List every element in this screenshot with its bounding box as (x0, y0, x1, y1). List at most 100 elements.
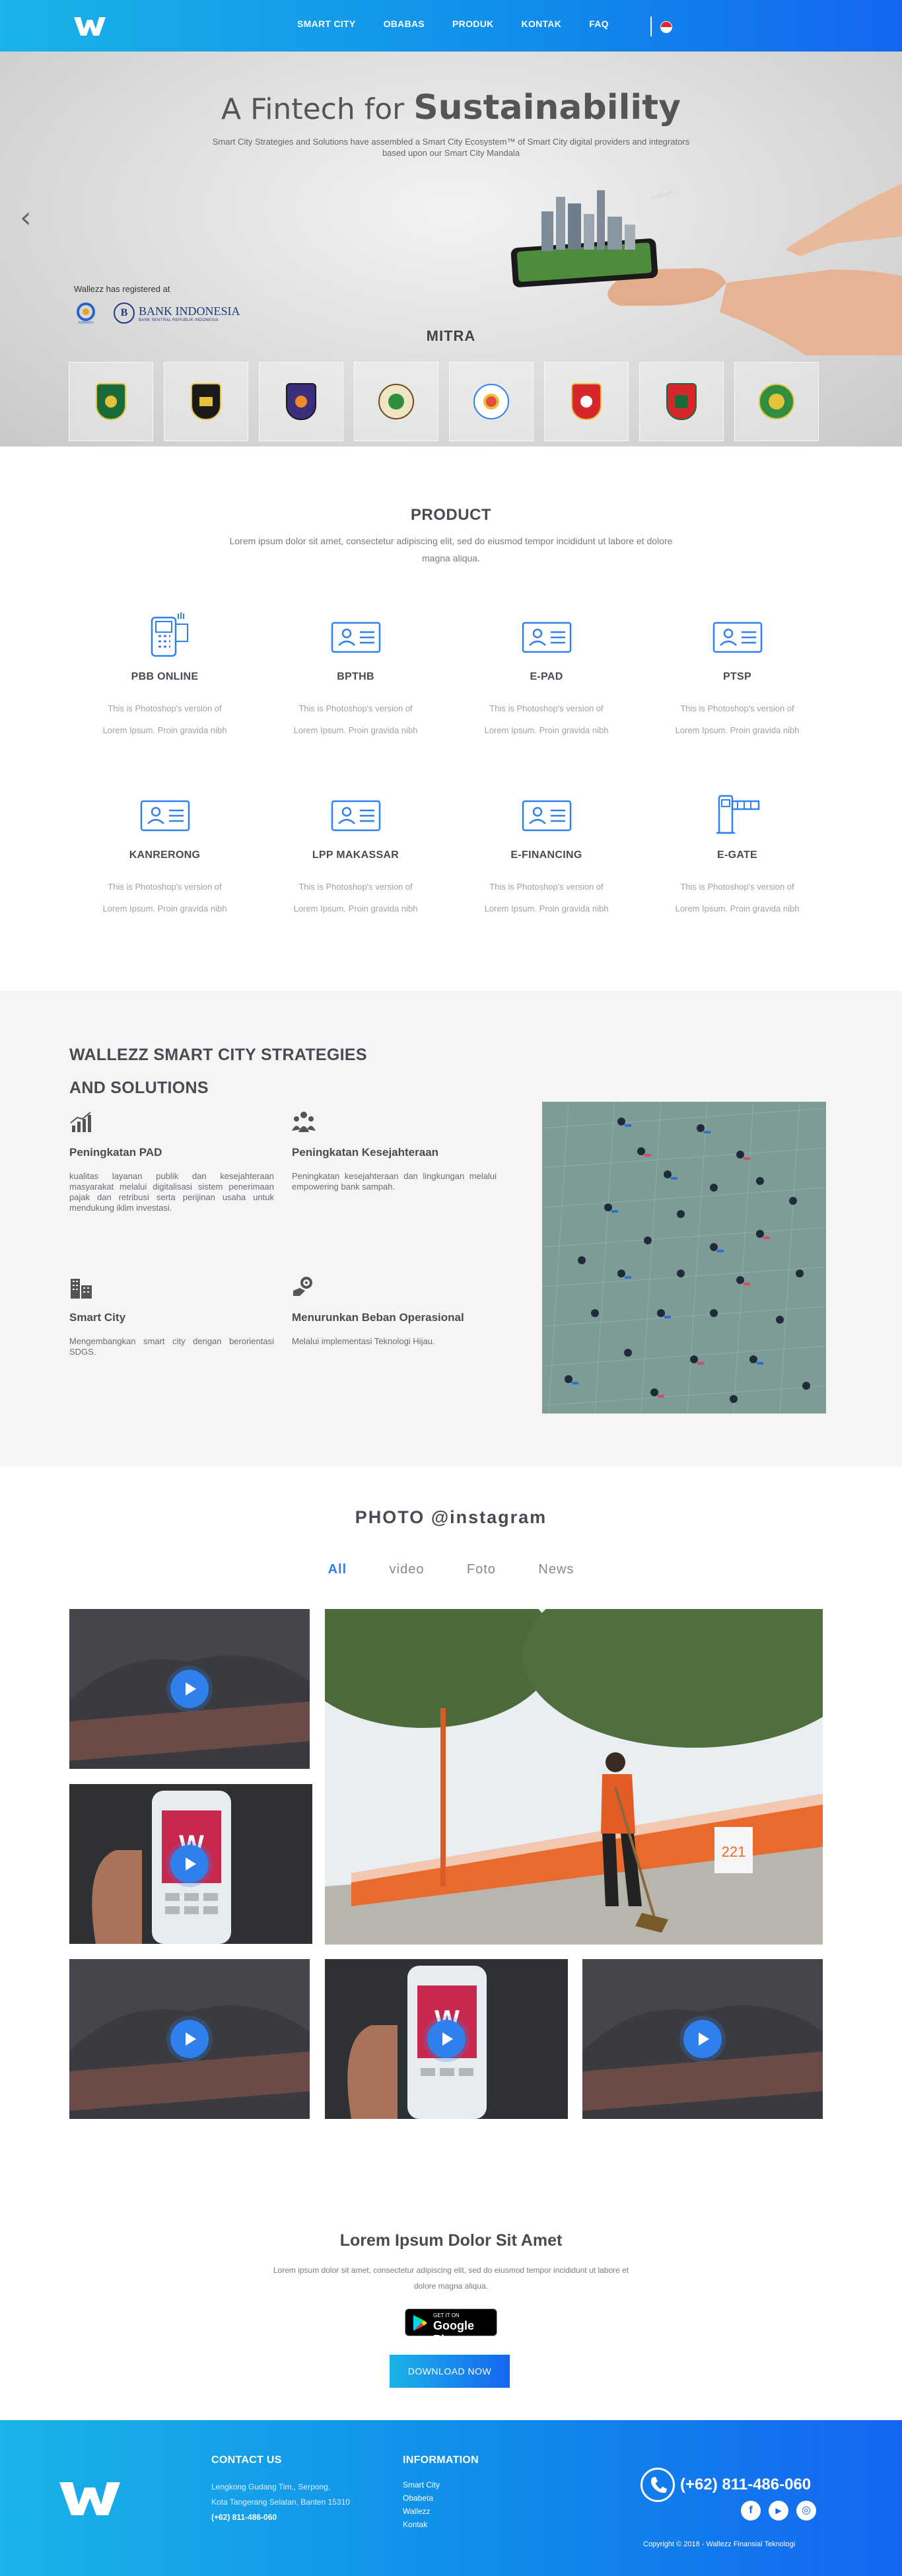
cta-subtitle-text: Lorem ipsum dolor sit amet, consectetur … (273, 2266, 629, 2291)
play-button-icon[interactable] (170, 2020, 209, 2058)
phone-number[interactable]: (+62) 811-486-060 (680, 2476, 811, 2494)
wallezz-logo[interactable] (73, 15, 107, 37)
city-crest-icon (759, 384, 794, 419)
product-item-ptsp[interactable]: PTSP This is Photoshop's version of Lorem… (642, 611, 833, 789)
language-flag-icon[interactable] (660, 21, 672, 33)
product-desc: This is Photoshop's version of Lorem Ipsu… (260, 698, 451, 741)
info-link-obabeta[interactable]: Obabeta (403, 2491, 440, 2505)
product-item-kanrerong[interactable]: KANRERONG This is Photoshop's version of… (69, 789, 260, 968)
play-button-icon[interactable] (683, 2020, 722, 2058)
wallezz-footer-logo[interactable] (58, 2478, 121, 2518)
product-name: PTSP (723, 671, 751, 682)
product-item-lpp-makassar[interactable]: LPP MAKASSAR This is Photoshop's version… (260, 789, 451, 968)
mitra-card[interactable] (449, 362, 534, 441)
mitra-card[interactable] (164, 362, 248, 441)
gallery-video-tile[interactable]: W (69, 1784, 312, 1944)
phone-icon (641, 2468, 675, 2502)
nav-link-obabas[interactable]: OBABAS (384, 18, 425, 29)
bi-emblem-icon: B (114, 303, 135, 324)
mitra-title: MITRA (426, 328, 476, 344)
mitra-card[interactable] (69, 362, 153, 441)
slider-prev-arrow-icon[interactable]: ‹ (20, 203, 40, 233)
product-name: E-PAD (530, 671, 563, 682)
tab-video[interactable]: video (390, 1562, 425, 1577)
product-name: E-FINANCING (510, 849, 582, 861)
kominfo-logo: KOMINFO (77, 303, 95, 325)
hero-title-main: Sustainability (413, 88, 681, 127)
tab-foto[interactable]: Foto (467, 1562, 496, 1577)
info-link-smart-city[interactable]: Smart City (403, 2478, 440, 2491)
registered-label: Wallezz has registered at (74, 284, 170, 294)
info-link-wallezz[interactable]: Wallezz (403, 2505, 440, 2518)
download-now-button[interactable]: DOWNLOAD NOW (390, 2355, 510, 2388)
gallery-video-tile[interactable] (69, 1959, 310, 2119)
top-navbar: SMART CITY OBABAS PRODUK KONTAK FAQ (0, 0, 902, 52)
product-desc: This is Photoshop's version of Lorem Ipsu… (642, 698, 833, 741)
product-desc-line: Lorem Ipsum. Proin gravida nibh (484, 725, 609, 735)
mitra-card[interactable] (259, 362, 343, 441)
play-button-icon[interactable] (427, 2020, 466, 2058)
play-button-icon[interactable] (170, 1845, 209, 1883)
info-link-kontak[interactable]: Kontak (403, 2518, 440, 2531)
feature-desc: Melalui implementasi Teknologi Hijau. (292, 1336, 435, 1346)
address-line: Kota Tangerang Selatan, Banten 15310 (211, 2497, 350, 2507)
nav-link-faq[interactable]: FAQ (589, 18, 609, 29)
product-desc: This is Photoshop's version of Lorem Ipsu… (260, 876, 451, 919)
gallery-video-tile[interactable]: W (325, 1959, 568, 2119)
strategies-section: WALLEZZ SMART CITY STRATEGIES AND SOLUTI… (0, 991, 902, 1466)
product-name: KANRERONG (129, 849, 201, 861)
feature-peningkatan-pad: Peningkatan PAD kualitas layanan publik … (69, 1111, 274, 1213)
product-item-pbb-online[interactable]: PBB ONLINE This is Photoshop's version o… (69, 611, 260, 789)
feature-name: Menurunkan Beban Operasional (292, 1311, 464, 1324)
product-desc-line: Lorem Ipsum. Proin gravida nibh (293, 725, 418, 735)
footer-phone[interactable]: (+62) 811-486-060 (641, 2468, 811, 2502)
id-card-icon (140, 800, 190, 832)
information-links: Smart City Obabeta Wallezz Kontak (403, 2478, 440, 2531)
play-button-icon[interactable] (170, 1670, 209, 1708)
tab-all[interactable]: All (328, 1562, 347, 1577)
product-desc-line: Lorem Ipsum. Proin gravida nibh (675, 904, 800, 913)
mitra-card[interactable] (544, 362, 629, 441)
instagram-icon[interactable]: ◎ (796, 2501, 816, 2521)
mitra-card[interactable] (734, 362, 819, 441)
nav-link-kontak[interactable]: KONTAK (522, 18, 562, 29)
cta-title: Lorem Ipsum Dolor Sit Amet (339, 2231, 563, 2250)
id-card-icon (522, 622, 571, 653)
city-crest-icon (286, 383, 316, 420)
product-desc-line: This is Photoshop's version of (680, 882, 794, 892)
product-item-e-gate[interactable]: E-GATE This is Photoshop's version of Lor… (642, 789, 833, 968)
google-play-badge[interactable]: GET IT ON Google Play (405, 2308, 497, 2346)
product-item-e-pad[interactable]: E-PAD This is Photoshop's version of Lore… (451, 611, 642, 789)
id-card-icon (712, 622, 762, 653)
facebook-icon[interactable]: f (741, 2501, 761, 2521)
gallery-photo-tile[interactable]: 221 (325, 1609, 823, 1945)
hero-subtitle: Smart City Strategies and Solutions have… (0, 136, 902, 159)
product-desc: This is Photoshop's version of Lorem Ipsu… (451, 876, 642, 919)
city-crest-icon (571, 383, 602, 420)
nav-divider (650, 17, 652, 36)
feature-smart-city: Smart City Mengembangkan smart city deng… (69, 1276, 274, 1357)
contact-title: CONTACT US (211, 2454, 282, 2466)
contact-phone[interactable]: (+62) 811-486-060 (211, 2510, 350, 2525)
gallery-video-tile[interactable] (69, 1609, 310, 1769)
cta-subtitle: Lorem ipsum dolor sit amet, consectetur … (0, 2262, 902, 2294)
community-icon (292, 1112, 316, 1132)
address-line: Lengkong Gudang Tim., Serpong, (211, 2482, 331, 2491)
product-desc-line: Lorem Ipsum. Proin gravida nibh (293, 904, 418, 913)
feature-name: Smart City (69, 1311, 126, 1324)
product-item-bpthb[interactable]: BPTHB This is Photoshop's version of Lore… (260, 611, 451, 789)
id-card-icon (331, 800, 380, 832)
nav-link-produk[interactable]: PRODUK (452, 18, 493, 29)
feature-desc: Mengembangkan smart city dengan berorien… (69, 1336, 274, 1357)
hero-subtitle-text: Smart City Strategies and Solutions have… (212, 137, 690, 158)
product-name: E-GATE (716, 849, 758, 861)
nav-link-smart-city[interactable]: SMART CITY (297, 18, 356, 29)
mitra-card[interactable] (639, 362, 724, 441)
tab-news[interactable]: News (538, 1562, 574, 1577)
gallery-video-tile[interactable] (582, 1959, 823, 2119)
product-item-e-financing[interactable]: E-FINANCING This is Photoshop's version … (451, 789, 642, 968)
gear-hand-icon (293, 1277, 312, 1296)
mitra-card[interactable] (354, 362, 438, 441)
information-title: INFORMATION (403, 2454, 479, 2466)
youtube-icon[interactable]: ▶ (769, 2501, 788, 2521)
